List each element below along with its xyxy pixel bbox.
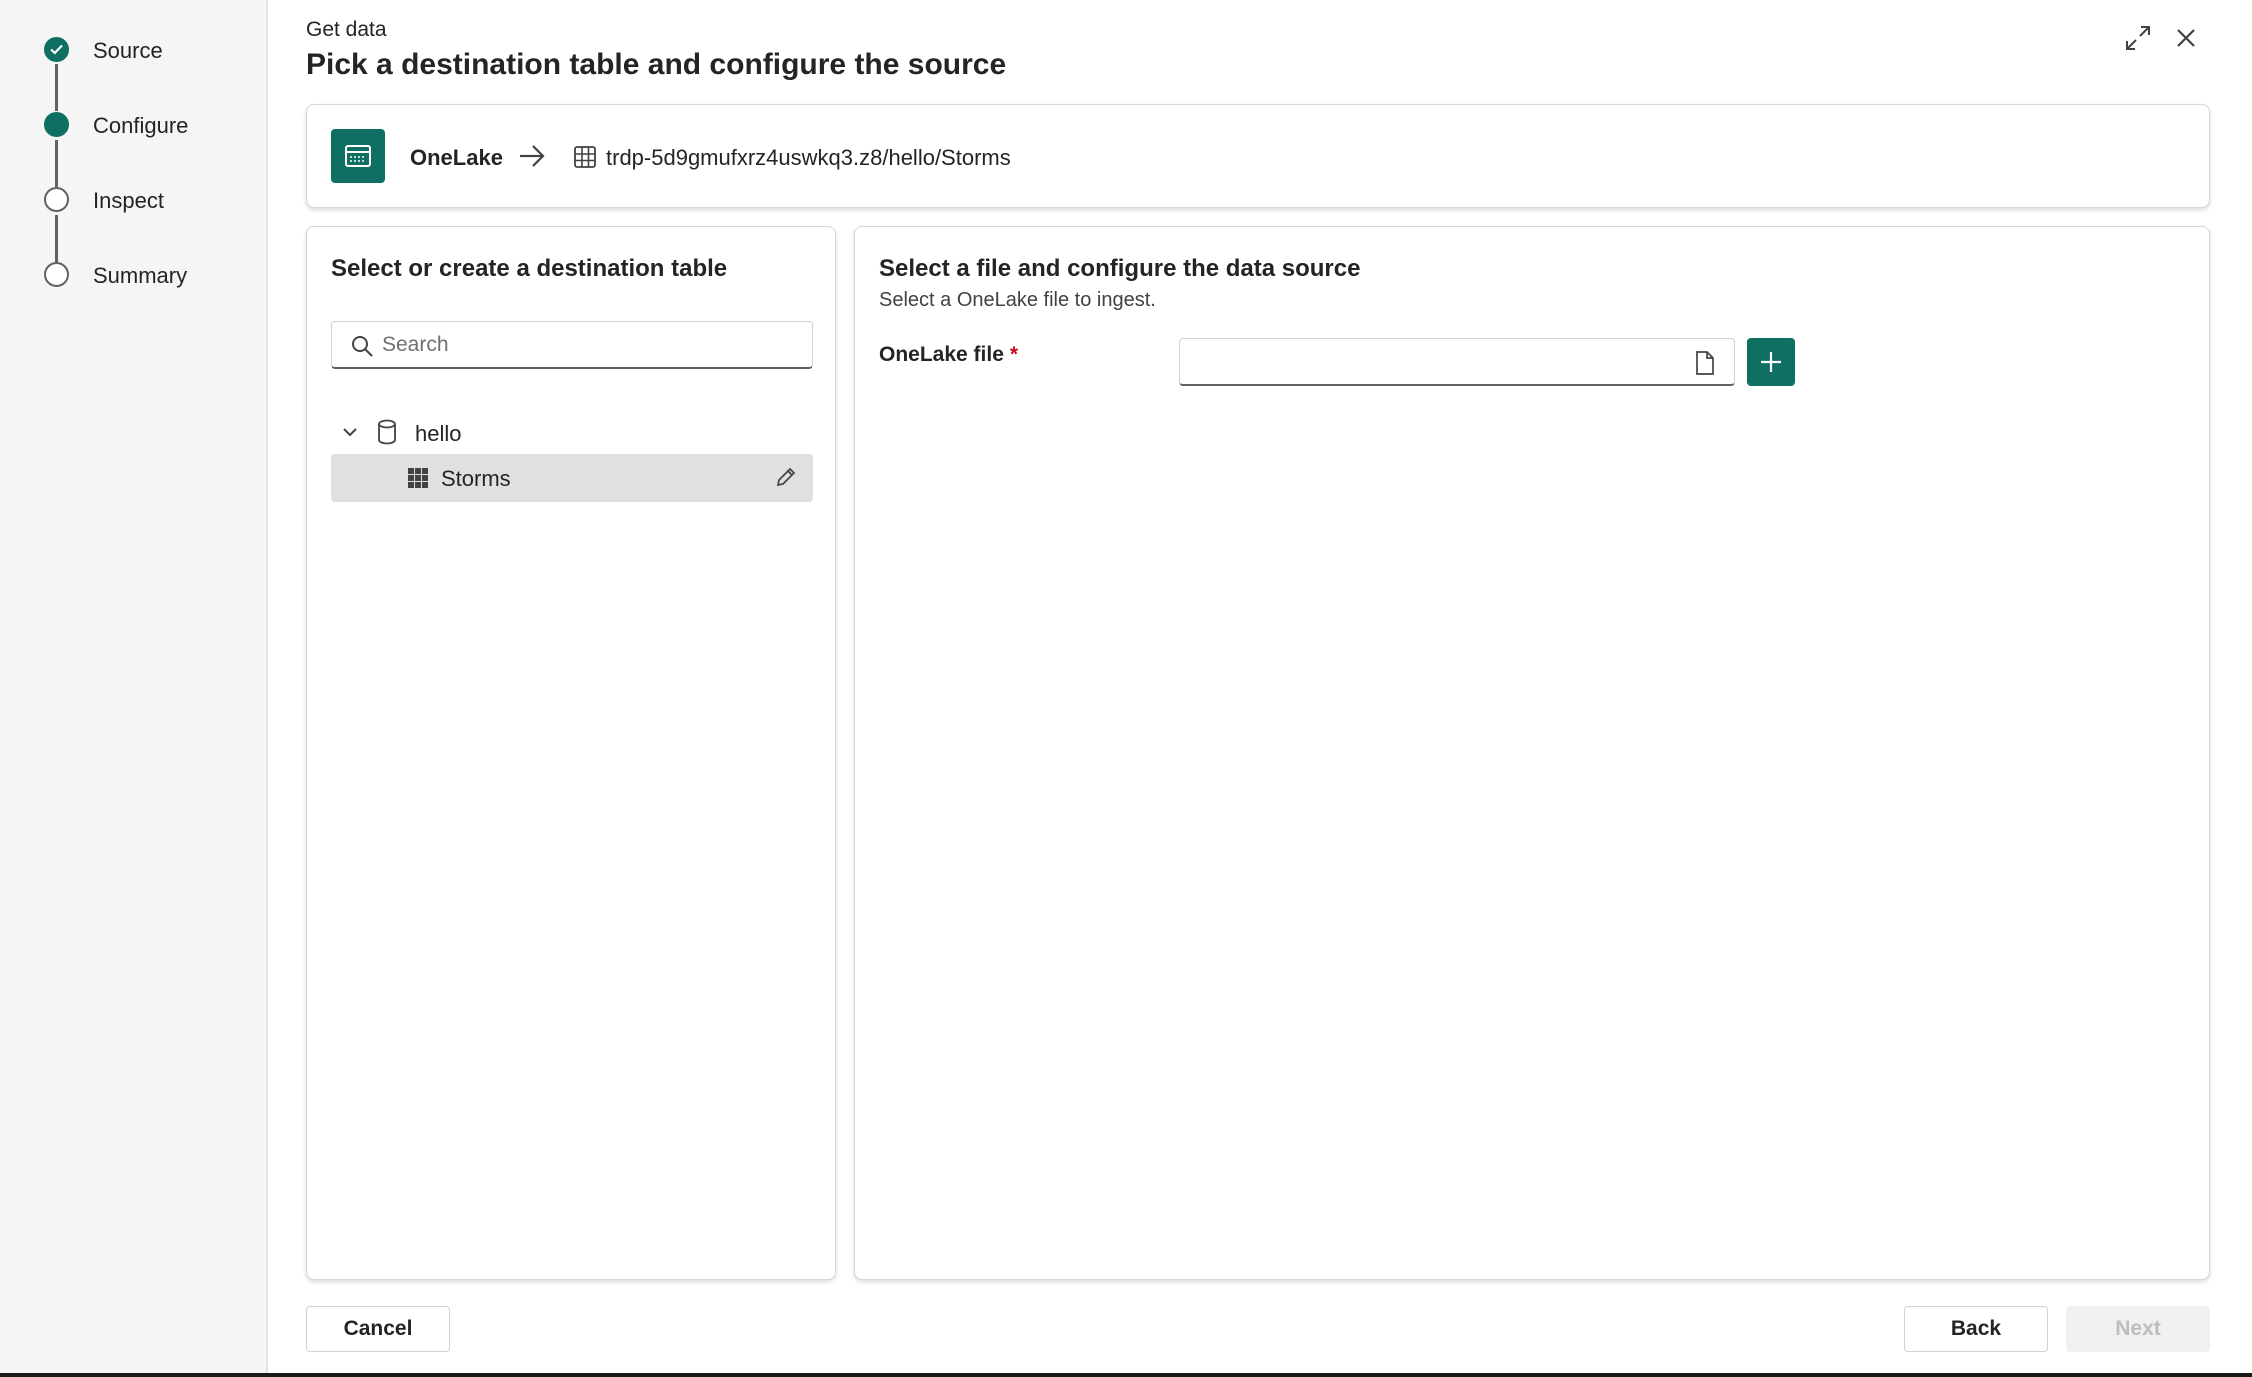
pencil-icon[interactable] [775, 466, 797, 493]
table-grid-icon [407, 467, 429, 494]
chevron-down-icon[interactable] [341, 423, 359, 446]
current-step-dot [44, 112, 69, 137]
step-label: Source [93, 38, 163, 63]
panel-heading: Select a file and configure the data sou… [879, 255, 1361, 282]
step-source[interactable]: Source [0, 30, 260, 70]
tree-database-node[interactable]: hello [331, 413, 813, 453]
panel-subheading: Select a OneLake file to ingest. [879, 289, 1156, 311]
add-file-button[interactable] [1747, 338, 1795, 386]
required-marker: * [1009, 343, 1019, 366]
step-inspect[interactable]: Inspect [0, 180, 260, 220]
onelake-file-field[interactable] [1179, 338, 1735, 386]
search-icon [352, 336, 373, 357]
dialog-supertitle: Get data [306, 18, 387, 41]
expand-icon[interactable] [2122, 22, 2154, 54]
onelake-file-input[interactable] [1192, 347, 1662, 377]
close-icon[interactable] [2170, 22, 2202, 54]
check-icon [44, 37, 69, 62]
cancel-button[interactable]: Cancel [306, 1306, 450, 1352]
step-configure[interactable]: Configure [0, 105, 260, 145]
step-connector [55, 64, 58, 111]
bottom-border [0, 1373, 2252, 1377]
panel-heading: Select or create a destination table [331, 255, 728, 282]
database-icon [377, 419, 397, 450]
wizard-stepper: Source Configure Inspect Summary [0, 0, 268, 1377]
step-label: Summary [93, 263, 188, 288]
pending-step-dot [44, 262, 69, 287]
step-label: Configure [93, 113, 189, 138]
onelake-icon [331, 129, 385, 183]
field-label-text: OneLake file [879, 343, 1004, 366]
step-summary[interactable]: Summary [0, 255, 260, 295]
page-title: Pick a destination table and configure t… [306, 48, 1007, 81]
source-config-panel: Select a file and configure the data sou… [854, 226, 2210, 1280]
pending-step-dot [44, 187, 69, 212]
file-browse-icon[interactable] [1694, 350, 1716, 381]
tree-table-item[interactable]: Storms [331, 454, 813, 502]
step-label: Inspect [93, 188, 164, 213]
arrow-right-icon [517, 143, 547, 174]
destination-path: trdp-5d9gmufxrz4uswkq3.z8/hello/Storms [606, 145, 1011, 170]
database-name: hello [415, 421, 462, 446]
next-button[interactable]: Next [2066, 1306, 2210, 1352]
onelake-file-label: OneLake file * [879, 343, 1018, 367]
plus-icon [1761, 352, 1781, 372]
source-name: OneLake [410, 145, 503, 170]
table-name: Storms [441, 466, 511, 491]
table-search[interactable] [331, 321, 813, 369]
back-button[interactable]: Back [1904, 1306, 2048, 1352]
destination-table-panel: Select or create a destination table hel… [306, 226, 836, 1280]
get-data-dialog: Source Configure Inspect Summary Get dat… [0, 0, 2252, 1377]
search-input[interactable] [382, 330, 802, 360]
source-destination-bar: OneLake trdp-5d9gmufxrz4uswkq3.z8/hello/… [306, 104, 2210, 208]
table-icon [573, 145, 597, 174]
